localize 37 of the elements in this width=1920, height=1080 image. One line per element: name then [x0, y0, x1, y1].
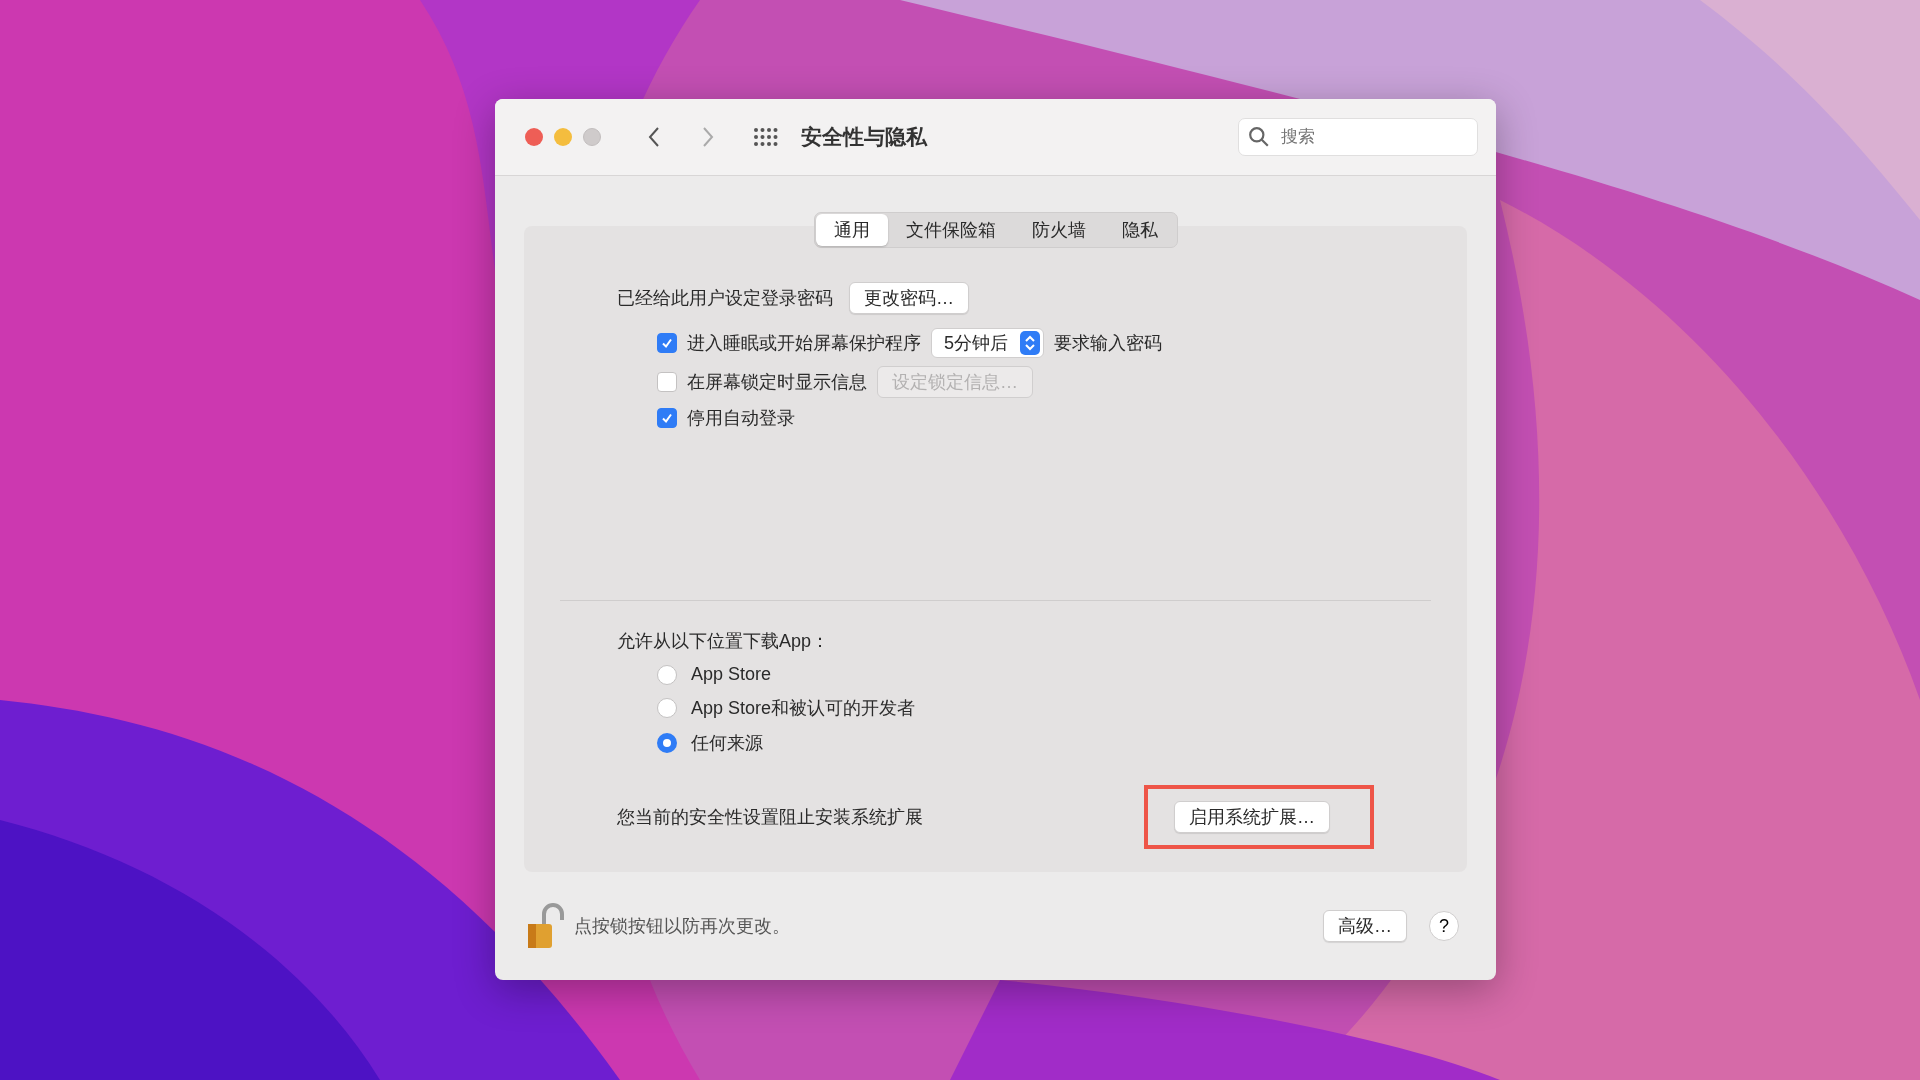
- suffix-label: 要求输入密码: [1054, 332, 1162, 355]
- checkmark-icon: [660, 411, 674, 425]
- tab[interactable]: 通用: [815, 214, 888, 246]
- help-button[interactable]: ?: [1429, 911, 1459, 941]
- radio-label: 任何来源: [691, 732, 763, 755]
- radio-label: App Store和被认可的开发者: [691, 697, 916, 720]
- radio-button[interactable]: [657, 664, 677, 685]
- password-label: 已经给此用户设定登录密码: [617, 287, 833, 310]
- window-control[interactable]: [554, 128, 572, 146]
- lock-hint: 点按锁按钮以防再次更改。: [574, 915, 790, 938]
- checkbox[interactable]: [657, 333, 677, 353]
- enable-extensions-button[interactable]: 启用系统扩展…: [1174, 801, 1330, 833]
- checkbox[interactable]: [657, 372, 677, 392]
- checkbox[interactable]: [657, 408, 677, 428]
- window-control[interactable]: [525, 128, 543, 146]
- checkbox-label: 进入睡眠或开始屏幕保护程序: [687, 332, 921, 355]
- extension-text: 您当前的安全性设置阻止安装系统扩展: [617, 806, 923, 829]
- forward-icon[interactable]: [701, 126, 715, 148]
- radio-button[interactable]: [657, 698, 677, 718]
- radio-label: App Store: [691, 664, 772, 685]
- tab[interactable]: 文件保险箱: [887, 214, 1014, 246]
- grid-icon[interactable]: [753, 127, 779, 147]
- checkbox-label: 停用自动登录: [687, 407, 795, 430]
- tab[interactable]: 防火墙: [1013, 214, 1104, 246]
- change-password-button[interactable]: 更改密码…: [849, 282, 969, 314]
- checkbox-label: 在屏幕锁定时显示信息: [687, 371, 867, 394]
- back-icon[interactable]: [647, 126, 661, 148]
- delay-dropdown[interactable]: 5分钟后: [931, 328, 1044, 358]
- advanced-button[interactable]: 高级…: [1323, 910, 1407, 942]
- window-title: 安全性与隐私: [801, 124, 927, 150]
- radio-button[interactable]: [657, 733, 677, 753]
- tab[interactable]: 隐私: [1103, 214, 1176, 246]
- downloads-label: 允许从以下位置下载App：: [617, 630, 831, 653]
- search-icon: [1248, 126, 1270, 148]
- stepper-icon: [1020, 331, 1040, 355]
- checkmark-icon: [660, 336, 674, 350]
- search-field[interactable]: 搜索: [1238, 118, 1478, 156]
